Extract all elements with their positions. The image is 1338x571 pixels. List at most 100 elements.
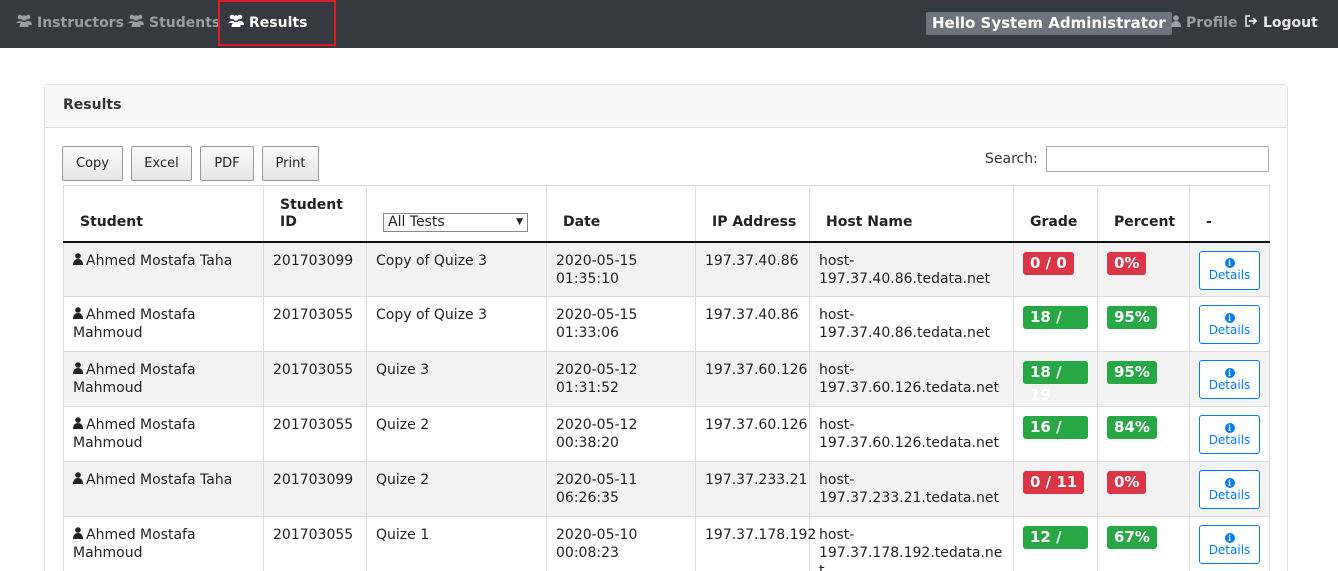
grade-badge: 0 / 0: [1023, 251, 1074, 275]
pdf-button[interactable]: PDF: [200, 146, 254, 181]
excel-button[interactable]: Excel: [131, 146, 192, 181]
header-test-filter: All Tests ▼: [366, 185, 547, 243]
cell-student: Ahmed Mostafa Mahmoud: [63, 516, 264, 571]
cell-student: Ahmed Mostafa Mahmoud: [63, 351, 264, 407]
user-icon: [73, 417, 83, 432]
cell-test: Quize 2: [366, 406, 547, 462]
cell-action: i Details: [1189, 461, 1270, 517]
cell-test: Quize 3: [366, 351, 547, 407]
info-circle-icon: i: [1224, 532, 1235, 543]
cell-action: i Details: [1189, 351, 1270, 407]
greeting-badge: Hello System Administrator: [926, 12, 1172, 35]
search-label: Search:: [985, 151, 1038, 167]
percent-badge: 84%: [1107, 416, 1157, 439]
cell-grade: 18 / 19: [1013, 296, 1098, 352]
header-action: -: [1189, 185, 1270, 243]
percent-badge: 67%: [1107, 526, 1157, 549]
header-ip[interactable]: IP Address: [695, 185, 810, 243]
header-host[interactable]: Host Name: [809, 185, 1014, 243]
header-percent[interactable]: Percent: [1097, 185, 1190, 243]
cell-test: Copy of Quize 3: [366, 241, 547, 297]
details-label: Details: [1208, 377, 1251, 392]
users-icon: [16, 14, 32, 31]
cell-date: 2020-05-12 00:38:20: [546, 406, 696, 462]
details-label: Details: [1208, 487, 1251, 502]
cell-date: 2020-05-12 01:31:52: [546, 351, 696, 407]
percent-badge: 0%: [1107, 471, 1147, 494]
user-icon: [73, 362, 83, 377]
table-row: Ahmed Mostafa Mahmoud 201703055 Quize 3 202…: [63, 351, 1270, 407]
nav-logout[interactable]: Logout: [1245, 0, 1318, 45]
cell-student: Ahmed Mostafa Mahmoud: [63, 296, 264, 352]
info-circle-icon: i: [1224, 477, 1235, 488]
table-row: Ahmed Mostafa Taha 201703099 Quize 2 2020-0…: [63, 461, 1270, 517]
info-circle-icon: i: [1224, 258, 1235, 268]
details-button[interactable]: i Details: [1199, 470, 1260, 509]
cell-percent: 95%: [1097, 351, 1190, 407]
cell-ip: 197.37.60.126: [695, 351, 810, 407]
cell-date: 2020-05-15 01:33:06: [546, 296, 696, 352]
details-label: Details: [1208, 542, 1251, 557]
top-navbar: Instructors Students Results Hello Syste…: [0, 0, 1338, 48]
cell-student-id: 201703055: [263, 296, 367, 352]
grade-badge: 16 / 19: [1023, 416, 1088, 459]
cell-percent: 67%: [1097, 516, 1190, 571]
cell-grade: 18 / 19: [1013, 351, 1098, 407]
card-title: Results: [45, 85, 1287, 128]
cell-date: 2020-05-10 00:08:23: [546, 516, 696, 571]
cell-ip: 197.37.233.21: [695, 461, 810, 517]
test-filter-select[interactable]: All Tests ▼: [383, 212, 528, 232]
header-grade[interactable]: Grade: [1013, 185, 1098, 243]
grade-badge: 18 / 19: [1023, 361, 1088, 404]
cell-percent: 0%: [1097, 461, 1190, 517]
details-button[interactable]: i Details: [1199, 415, 1260, 454]
details-label: Details: [1208, 268, 1251, 282]
cell-date: 2020-05-11 06:26:35: [546, 461, 696, 517]
cell-student: Ahmed Mostafa Taha: [63, 461, 264, 517]
cell-student-id: 201703099: [263, 241, 367, 297]
cell-action: i Details: [1189, 516, 1270, 571]
percent-badge: 0%: [1107, 251, 1147, 275]
cell-student-id: 201703055: [263, 516, 367, 571]
details-button[interactable]: i Details: [1199, 525, 1260, 564]
grade-badge: 12 / 18: [1023, 526, 1088, 569]
nav-profile-label: Profile: [1186, 14, 1238, 31]
cell-action: i Details: [1189, 296, 1270, 352]
grade-badge: 18 / 19: [1023, 306, 1088, 349]
cell-ip: 197.37.40.86: [695, 296, 810, 352]
header-student-id[interactable]: Student ID: [263, 185, 367, 243]
details-button[interactable]: i Details: [1199, 305, 1260, 344]
nav-profile[interactable]: Profile: [1171, 0, 1237, 45]
cell-host: host-197.37.60.126.tedata.net: [809, 406, 1014, 462]
cell-student-id: 201703099: [263, 461, 367, 517]
search-input[interactable]: [1046, 146, 1269, 172]
cell-grade: 12 / 18: [1013, 516, 1098, 571]
users-icon: [128, 14, 144, 31]
student-name: Ahmed Mostafa Mahmoud: [73, 307, 196, 341]
percent-badge: 95%: [1107, 306, 1157, 329]
cell-test: Quize 1: [366, 516, 547, 571]
details-button[interactable]: i Details: [1199, 360, 1260, 399]
student-name: Ahmed Mostafa Mahmoud: [73, 527, 196, 561]
table-row: Ahmed Mostafa Mahmoud 201703055 Quize 2 202…: [63, 406, 1270, 462]
header-student[interactable]: Student: [63, 185, 264, 243]
nav-instructors-label: Instructors: [37, 14, 124, 31]
details-label: Details: [1208, 432, 1251, 447]
active-nav-highlight: [218, 0, 336, 46]
cell-host: host-197.37.178.192.tedata.net: [809, 516, 1014, 571]
test-filter-value: All Tests: [388, 213, 445, 230]
copy-button[interactable]: Copy: [62, 146, 123, 181]
table-row: Ahmed Mostafa Taha 201703099 Copy of Quize…: [63, 241, 1270, 297]
nav-instructors[interactable]: Instructors: [16, 0, 124, 45]
table-row: Ahmed Mostafa Mahmoud 201703055 Quize 1 202…: [63, 516, 1270, 571]
nav-students[interactable]: Students: [128, 0, 220, 45]
student-name: Ahmed Mostafa Mahmoud: [73, 362, 196, 396]
details-button[interactable]: i Details: [1199, 250, 1260, 290]
cell-student-id: 201703055: [263, 406, 367, 462]
nav-students-label: Students: [149, 14, 221, 31]
cell-grade: 0 / 11: [1013, 461, 1098, 517]
print-button[interactable]: Print: [262, 146, 319, 181]
cell-test: Quize 2: [366, 461, 547, 517]
header-date[interactable]: Date: [546, 185, 696, 243]
cell-test: Copy of Quize 3: [366, 296, 547, 352]
